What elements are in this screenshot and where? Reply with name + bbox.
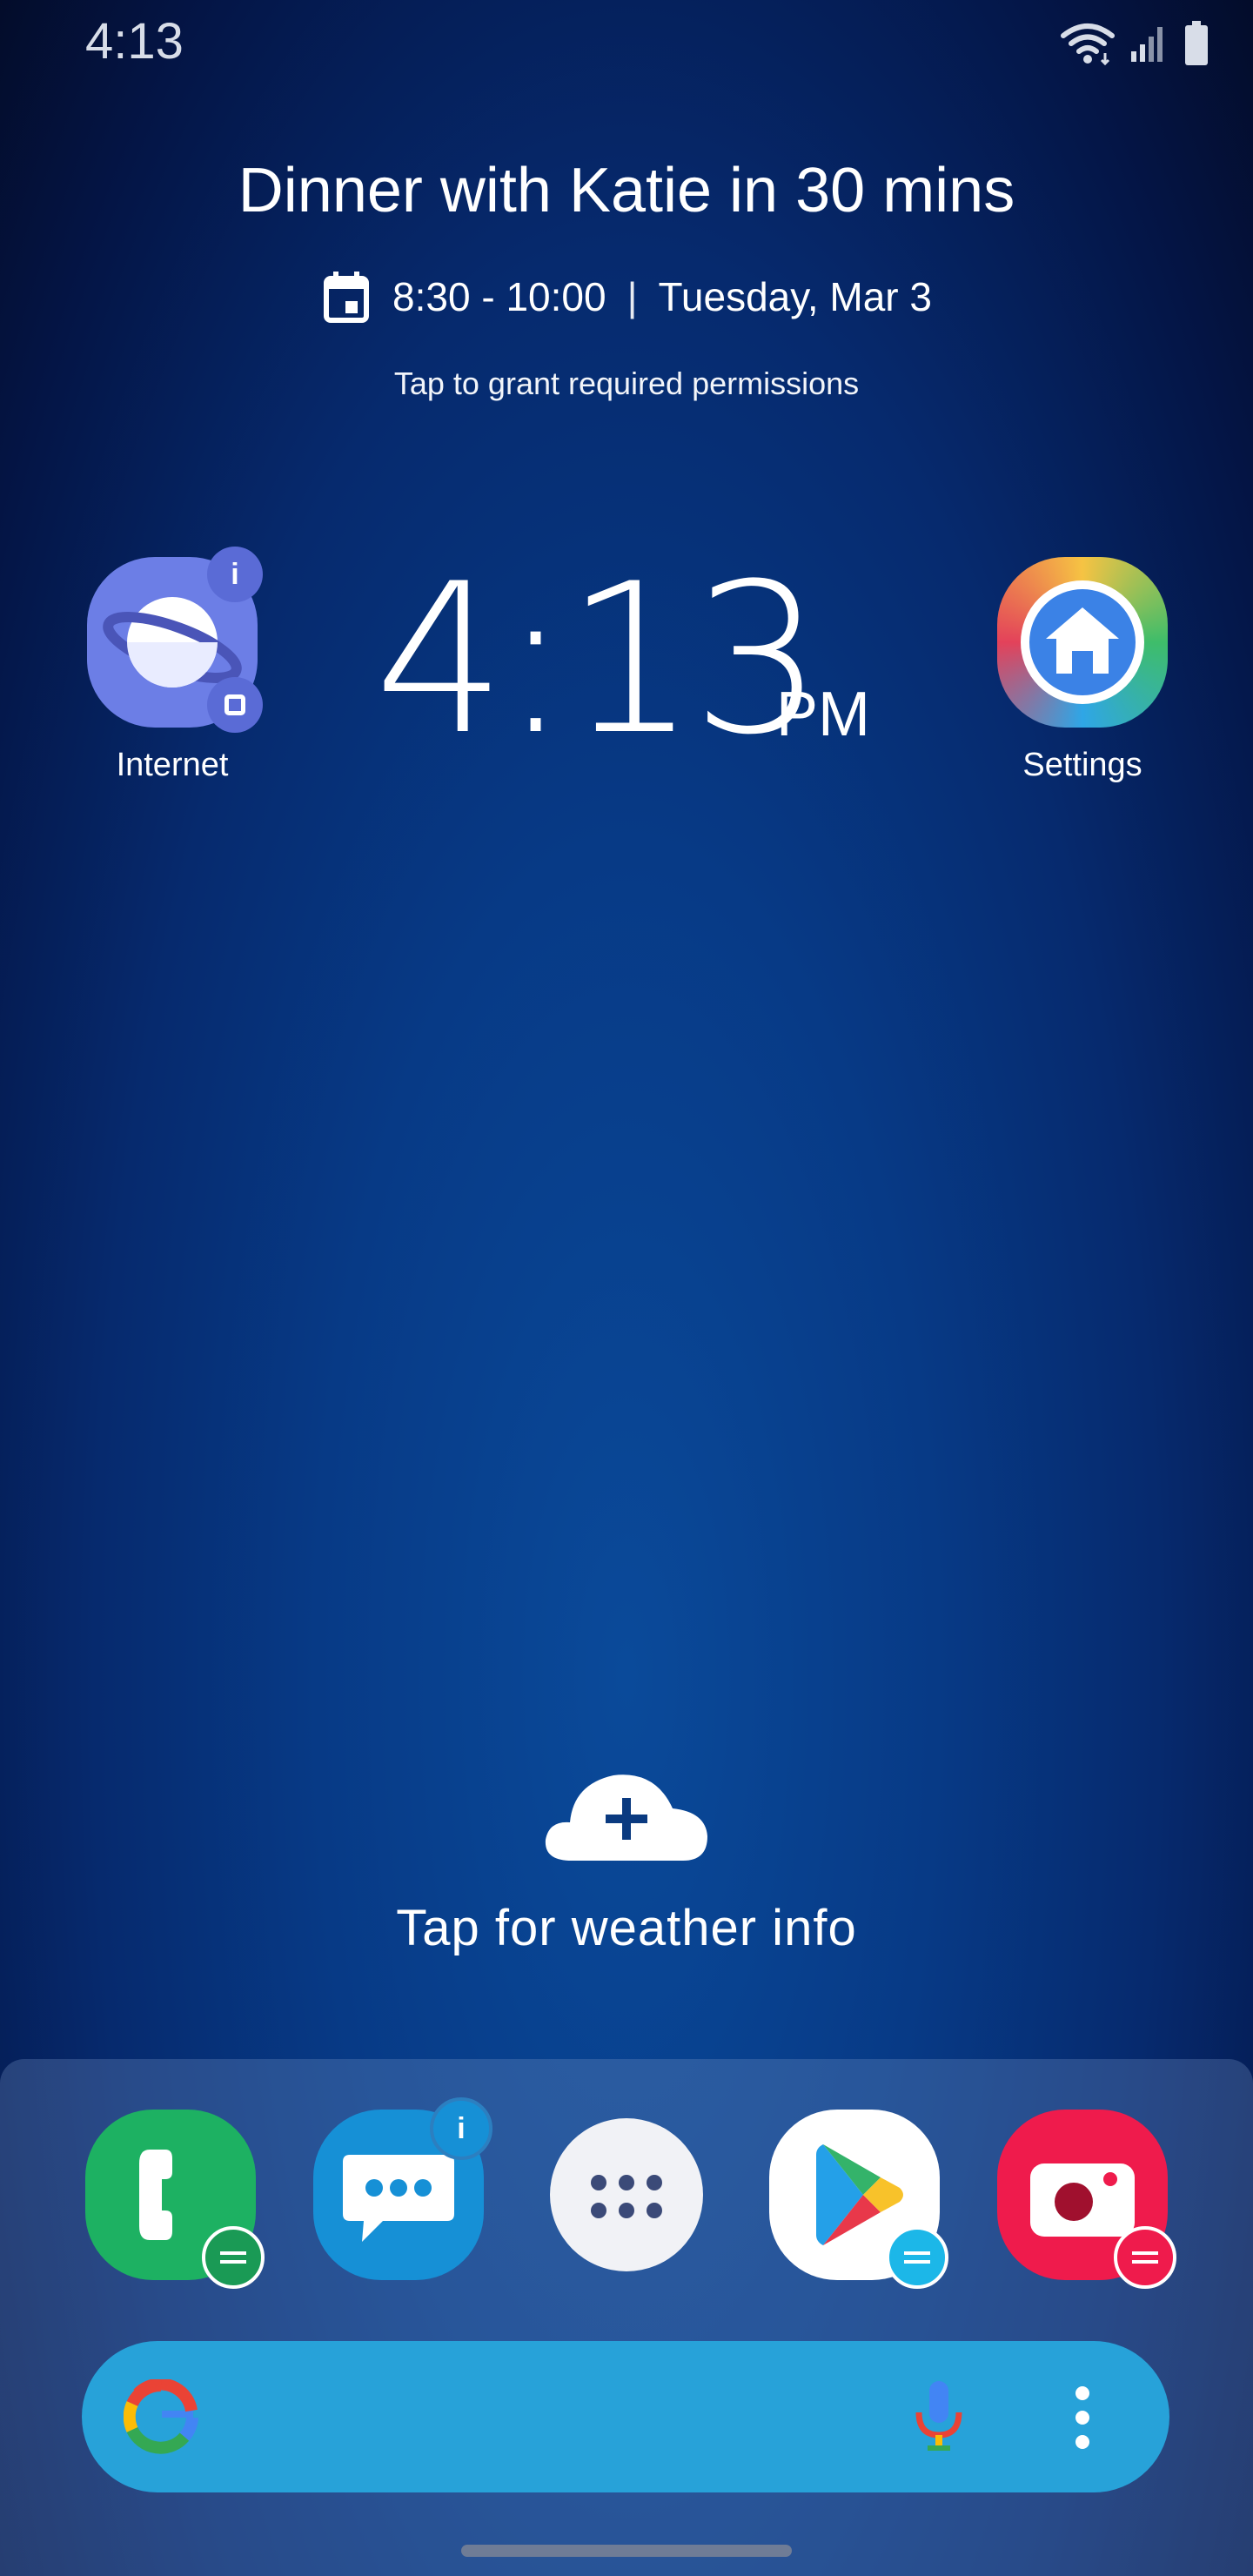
- play-store-app[interactable]: [769, 2110, 948, 2289]
- clock-time[interactable]: 4:13: [374, 557, 823, 764]
- mic-icon[interactable]: [908, 2379, 969, 2458]
- event-details[interactable]: 8:30 - 10:00 | Tuesday, Mar 3: [0, 270, 1253, 324]
- event-title[interactable]: Dinner with Katie in 30 mins: [0, 155, 1253, 226]
- cloud-add-icon: [545, 1774, 707, 1861]
- messages-app[interactable]: i: [313, 2097, 492, 2280]
- event-date: Tuesday, Mar 3: [658, 274, 932, 319]
- messages-info-badge: i: [430, 2097, 492, 2160]
- more-options-icon[interactable]: [1072, 2385, 1093, 2451]
- home-gesture-bar[interactable]: [461, 2545, 792, 2557]
- square-badge-icon: [207, 677, 263, 733]
- settings-label: Settings: [1022, 747, 1142, 783]
- camera-app[interactable]: [997, 2110, 1176, 2289]
- internet-icon: i: [87, 547, 263, 733]
- status-icons: [1060, 17, 1209, 70]
- event-separator: |: [626, 274, 638, 319]
- calendar-icon: [324, 272, 370, 323]
- google-search-bar[interactable]: [82, 2341, 1169, 2492]
- signal-icon: [1131, 27, 1163, 62]
- app-drawer[interactable]: [541, 2110, 712, 2280]
- internet-label: Internet: [116, 747, 229, 783]
- status-time: 4:13: [85, 13, 184, 70]
- camera-menu-badge-icon: [1114, 2226, 1176, 2289]
- menu-badge-icon: [202, 2226, 265, 2289]
- app-drawer-icon: [550, 2118, 703, 2271]
- event-time-range: 8:30 - 10:00: [392, 274, 606, 319]
- phone-icon: [85, 2110, 265, 2289]
- battery-icon: [1185, 21, 1208, 65]
- home-icon: [1021, 580, 1144, 704]
- grid-dots-icon: [591, 2175, 662, 2218]
- play-store-icon: [769, 2110, 948, 2289]
- play-menu-badge-icon: [886, 2226, 948, 2289]
- google-g-icon[interactable]: [124, 2379, 198, 2454]
- permissions-hint[interactable]: Tap to grant required permissions: [0, 366, 1253, 402]
- messages-icon: i: [313, 2097, 492, 2280]
- settings-icon: [997, 557, 1168, 728]
- settings-app[interactable]: Settings: [995, 557, 1169, 784]
- phone-app[interactable]: [85, 2110, 265, 2289]
- info-badge: i: [207, 547, 263, 602]
- weather-widget[interactable]: Tap for weather info: [0, 1767, 1253, 1957]
- weather-text: Tap for weather info: [396, 1900, 857, 1956]
- clock-ampm: PM: [776, 680, 870, 749]
- internet-app[interactable]: i Internet: [85, 547, 263, 784]
- wifi-icon: [1061, 23, 1115, 65]
- camera-icon: [997, 2110, 1176, 2289]
